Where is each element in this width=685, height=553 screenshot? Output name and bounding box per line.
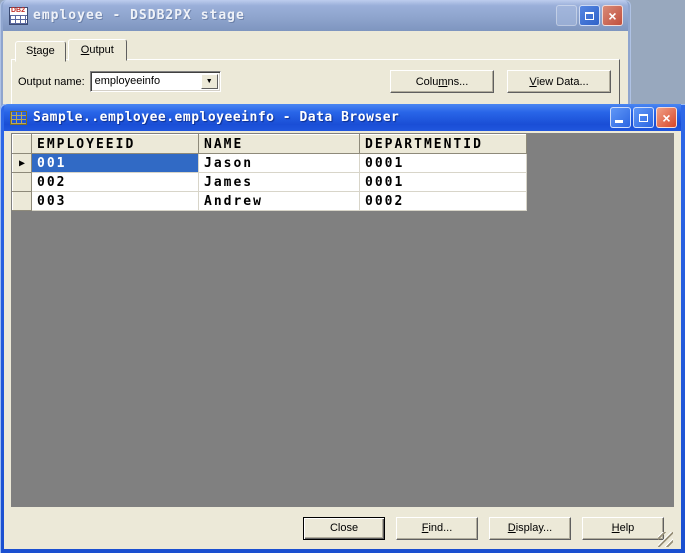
desktop: { "icons": { "row_marker": "▶", "combo_a… bbox=[0, 0, 685, 553]
table-icon bbox=[10, 110, 27, 125]
close-icon[interactable]: × bbox=[602, 5, 623, 26]
output-name-value: employeeinfo bbox=[94, 75, 161, 87]
maximize-button[interactable] bbox=[579, 5, 600, 26]
columns-button[interactable]: Colu m ns... bbox=[390, 70, 494, 93]
stage-caption-buttons: × bbox=[556, 5, 623, 26]
column-header-name[interactable]: NAME bbox=[198, 134, 360, 154]
resize-grip[interactable] bbox=[658, 532, 673, 547]
db2-icon-grid bbox=[10, 14, 27, 24]
grid-cell[interactable]: 0001 bbox=[359, 153, 527, 173]
table-row: 003 Andrew 0002 bbox=[12, 191, 527, 211]
row-selector[interactable]: ▶ bbox=[12, 153, 32, 173]
db2-icon-label: DB2 bbox=[11, 6, 26, 14]
chevron-down-icon[interactable]: ▼ bbox=[200, 74, 218, 89]
tab-output[interactable]: Output bbox=[67, 39, 127, 61]
grid-cell[interactable]: James bbox=[198, 172, 360, 192]
output-name-label: Output name: bbox=[18, 75, 85, 88]
grid-corner-cell bbox=[12, 134, 32, 154]
tab-stage[interactable]: Stage bbox=[15, 41, 66, 62]
grid-cell[interactable]: Andrew bbox=[198, 191, 360, 211]
column-header-employeeid[interactable]: EMPLOYEEID bbox=[31, 134, 199, 154]
close-icon[interactable]: × bbox=[656, 107, 677, 128]
grid-cell[interactable]: 0001 bbox=[359, 172, 527, 192]
browser-button-bar: Close Find... Display... Help bbox=[11, 507, 674, 549]
minimize-icon bbox=[615, 120, 623, 123]
stage-window-title: employee - DSDB2PX stage bbox=[33, 8, 245, 23]
data-browser-window: Sample..employee.employeeinfo - Data Bro… bbox=[0, 104, 685, 553]
table-row: 002 James 0001 bbox=[12, 172, 527, 192]
maximize-icon bbox=[639, 113, 648, 122]
grid-cell[interactable]: 003 bbox=[31, 191, 199, 211]
stage-window-titlebar[interactable]: DB2 employee - DSDB2PX stage × bbox=[3, 0, 628, 31]
help-button[interactable]: Help bbox=[582, 516, 664, 540]
view-data-button[interactable]: View Data... bbox=[507, 70, 611, 93]
grid-cell[interactable]: 002 bbox=[31, 172, 199, 192]
grid-cell[interactable]: 0002 bbox=[359, 191, 527, 211]
grid-header-row: EMPLOYEEID NAME DEPARTMENTID bbox=[12, 134, 527, 154]
minimize-button[interactable] bbox=[556, 5, 577, 26]
data-browser-title: Sample..employee.employeeinfo - Data Bro… bbox=[33, 110, 400, 125]
grid-client-area: EMPLOYEEID NAME DEPARTMENTID ▶ 001 Jason… bbox=[11, 133, 674, 507]
output-name-combobox[interactable]: employeeinfo ▼ bbox=[89, 71, 221, 92]
grid-cell[interactable]: Jason bbox=[198, 153, 360, 173]
table-row: ▶ 001 Jason 0001 bbox=[12, 153, 527, 173]
db2-stage-icon: DB2 bbox=[9, 6, 28, 25]
minimize-button[interactable] bbox=[610, 107, 631, 128]
browser-caption-buttons: × bbox=[610, 107, 677, 128]
data-browser-body: EMPLOYEEID NAME DEPARTMENTID ▶ 001 Jason… bbox=[4, 131, 681, 549]
row-selector[interactable] bbox=[12, 191, 32, 211]
data-browser-titlebar[interactable]: Sample..employee.employeeinfo - Data Bro… bbox=[4, 104, 681, 131]
find-button[interactable]: Find... bbox=[396, 516, 478, 540]
stage-action-buttons: Colu m ns... View Data... bbox=[390, 70, 611, 93]
tab-strip: Stage Output bbox=[15, 39, 620, 62]
row-selector[interactable] bbox=[12, 172, 32, 192]
data-grid: EMPLOYEEID NAME DEPARTMENTID ▶ 001 Jason… bbox=[12, 134, 527, 211]
maximize-icon bbox=[585, 11, 594, 20]
column-header-departmentid[interactable]: DEPARTMENTID bbox=[359, 134, 527, 154]
current-row-arrow-icon: ▶ bbox=[18, 157, 26, 169]
display-button[interactable]: Display... bbox=[489, 516, 571, 540]
maximize-button[interactable] bbox=[633, 107, 654, 128]
grid-cell[interactable]: 001 bbox=[31, 153, 199, 173]
close-button[interactable]: Close bbox=[303, 516, 385, 540]
